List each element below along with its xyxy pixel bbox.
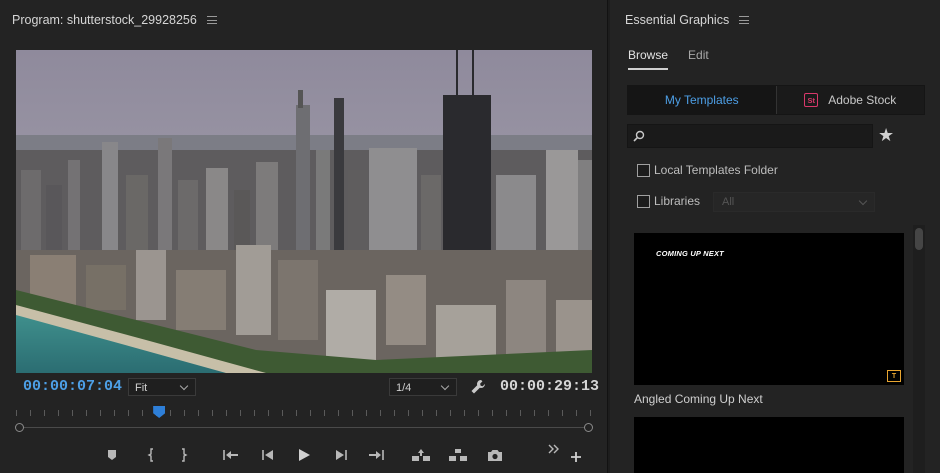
add-icon[interactable]: [565, 446, 587, 468]
current-timecode[interactable]: 00:00:07:04: [23, 378, 122, 395]
video-frame[interactable]: [16, 50, 592, 373]
marker-icon[interactable]: [101, 444, 123, 466]
zoom-level-select[interactable]: Fit: [128, 378, 196, 396]
libraries-checkbox-row[interactable]: Libraries: [637, 194, 700, 208]
chevron-down-icon: [440, 381, 450, 391]
extract-icon[interactable]: [447, 444, 469, 466]
playback-resolution-select[interactable]: 1/4: [389, 378, 457, 396]
menu-icon[interactable]: [739, 16, 750, 24]
scrollbar-thumb[interactable]: [915, 228, 923, 250]
template-name: Angled Coming Up Next: [634, 392, 763, 406]
menu-icon[interactable]: [206, 16, 217, 24]
go-to-out-icon[interactable]: [365, 444, 387, 466]
tab-edit[interactable]: Edit: [688, 48, 709, 70]
libraries-select-value: All: [722, 196, 735, 208]
program-monitor-panel: Program: shutterstock_29928256 00:00:07:…: [0, 0, 608, 473]
time-ruler[interactable]: [12, 402, 596, 436]
local-templates-checkbox-row[interactable]: Local Templates Folder: [637, 163, 778, 177]
zoom-scroll-track[interactable]: [20, 427, 588, 428]
step-forward-icon[interactable]: [330, 444, 352, 466]
chevron-down-icon: [858, 196, 868, 205]
camera-icon[interactable]: [484, 444, 506, 466]
template-list-scrollbar[interactable]: [913, 225, 925, 473]
step-back-icon[interactable]: [257, 444, 279, 466]
essential-graphics-panel: Essential Graphics Browse Edit My Templa…: [610, 0, 940, 473]
duration-timecode: 00:00:29:13: [500, 378, 600, 395]
more-icon[interactable]: [543, 438, 565, 460]
city-skyline-image: [16, 50, 592, 373]
my-templates-label: My Templates: [664, 93, 739, 107]
star-icon[interactable]: ★: [878, 125, 898, 145]
local-templates-label: Local Templates Folder: [654, 163, 778, 177]
text-template-icon: T: [887, 370, 901, 382]
program-time-bar: 00:00:07:04 Fit 1/4 00:00:29:13: [0, 374, 608, 400]
transport-controls: [0, 440, 608, 470]
eg-panel-header: Essential Graphics: [610, 0, 940, 40]
wrench-icon[interactable]: [470, 379, 486, 395]
adobe-stock-button[interactable]: St Adobe Stock: [776, 86, 924, 114]
zoom-level-value: Fit: [135, 381, 148, 394]
my-templates-button[interactable]: My Templates: [628, 86, 777, 114]
ruler-ticks: [16, 410, 592, 416]
adobe-stock-icon: St: [804, 93, 819, 107]
chevron-down-icon: [179, 381, 189, 391]
program-panel-title[interactable]: Program: shutterstock_29928256: [12, 13, 197, 27]
template-thumbnail[interactable]: [634, 417, 904, 473]
eg-panel-title[interactable]: Essential Graphics: [625, 13, 729, 27]
zoom-handle-right[interactable]: [584, 423, 593, 432]
libraries-label: Libraries: [654, 194, 701, 208]
mark-out-icon[interactable]: [173, 444, 195, 466]
libraries-select[interactable]: All: [713, 192, 875, 212]
libraries-checkbox[interactable]: [637, 194, 650, 208]
template-thumbnail[interactable]: COMING UP NEXT T: [634, 233, 904, 385]
zoom-handle-left[interactable]: [15, 423, 24, 432]
search-input[interactable]: [627, 124, 873, 148]
playback-resolution-value: 1/4: [396, 381, 412, 394]
template-preview-text: COMING UP NEXT: [656, 249, 724, 258]
mark-in-icon[interactable]: [140, 444, 162, 466]
local-templates-checkbox[interactable]: [637, 163, 650, 177]
adobe-stock-label: Adobe Stock: [828, 93, 897, 107]
play-icon[interactable]: [293, 444, 315, 466]
search-icon: [633, 130, 645, 142]
go-to-in-icon[interactable]: [220, 444, 242, 466]
eg-tabs: Browse Edit: [628, 48, 709, 70]
program-panel-header: Program: shutterstock_29928256: [0, 0, 607, 40]
lift-icon[interactable]: [410, 444, 432, 466]
playhead[interactable]: [153, 406, 166, 418]
tab-browse[interactable]: Browse: [628, 48, 669, 70]
template-source-toggle: My Templates St Adobe Stock: [627, 85, 925, 115]
